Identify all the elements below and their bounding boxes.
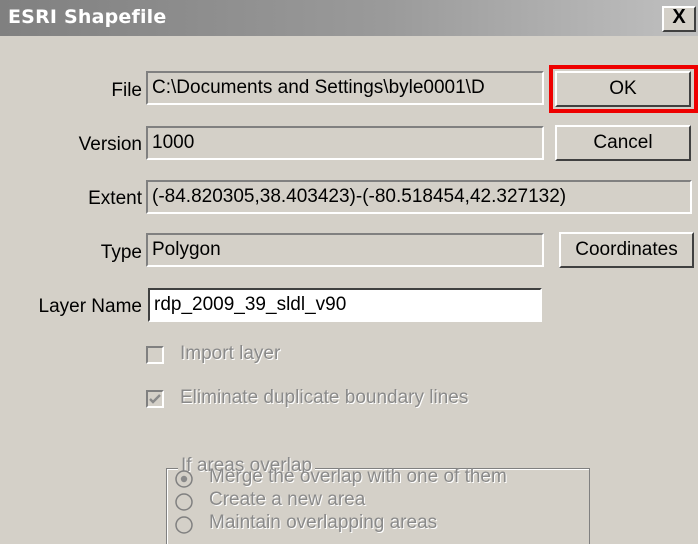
create-new-area-radio[interactable] (175, 493, 193, 511)
layer-name-input[interactable]: rdp_2009_39_sldl_v90 (148, 288, 542, 322)
file-path-field: C:\Documents and Settings\byle0001\D (146, 71, 544, 105)
type-field: Polygon (146, 233, 544, 267)
merge-overlap-label: Merge the overlap with one of them (209, 466, 507, 487)
file-label: File (111, 80, 142, 101)
eliminate-duplicates-label: Eliminate duplicate boundary lines (180, 387, 469, 408)
create-new-area-label: Create a new area (209, 489, 366, 510)
merge-overlap-radio[interactable] (175, 470, 193, 488)
version-label: Version (78, 134, 142, 155)
layer-name-label: Layer Name (38, 296, 143, 317)
coordinates-button[interactable]: Coordinates (559, 232, 694, 268)
close-button[interactable]: X (662, 6, 696, 32)
checkmark-icon (149, 394, 161, 404)
title-bar[interactable]: ESRI Shapefile X (0, 0, 698, 36)
esri-shapefile-dialog: ESRI Shapefile X File C:\Documents and S… (0, 0, 698, 544)
maintain-overlapping-label: Maintain overlapping areas (209, 512, 438, 533)
extent-field: (-84.820305,38.403423)-(-80.518454,42.32… (146, 180, 692, 214)
close-icon: X (672, 6, 686, 28)
version-field: 1000 (146, 126, 544, 160)
import-layer-label: Import layer (180, 343, 281, 364)
cancel-button[interactable]: Cancel (555, 125, 691, 161)
eliminate-duplicates-checkbox[interactable] (146, 390, 164, 408)
extent-label: Extent (88, 188, 142, 209)
maintain-overlapping-radio[interactable] (175, 516, 193, 534)
ok-button-highlight (549, 65, 698, 113)
type-label: Type (100, 242, 142, 263)
window-title: ESRI Shapefile (8, 6, 167, 28)
import-layer-checkbox[interactable] (146, 346, 164, 364)
